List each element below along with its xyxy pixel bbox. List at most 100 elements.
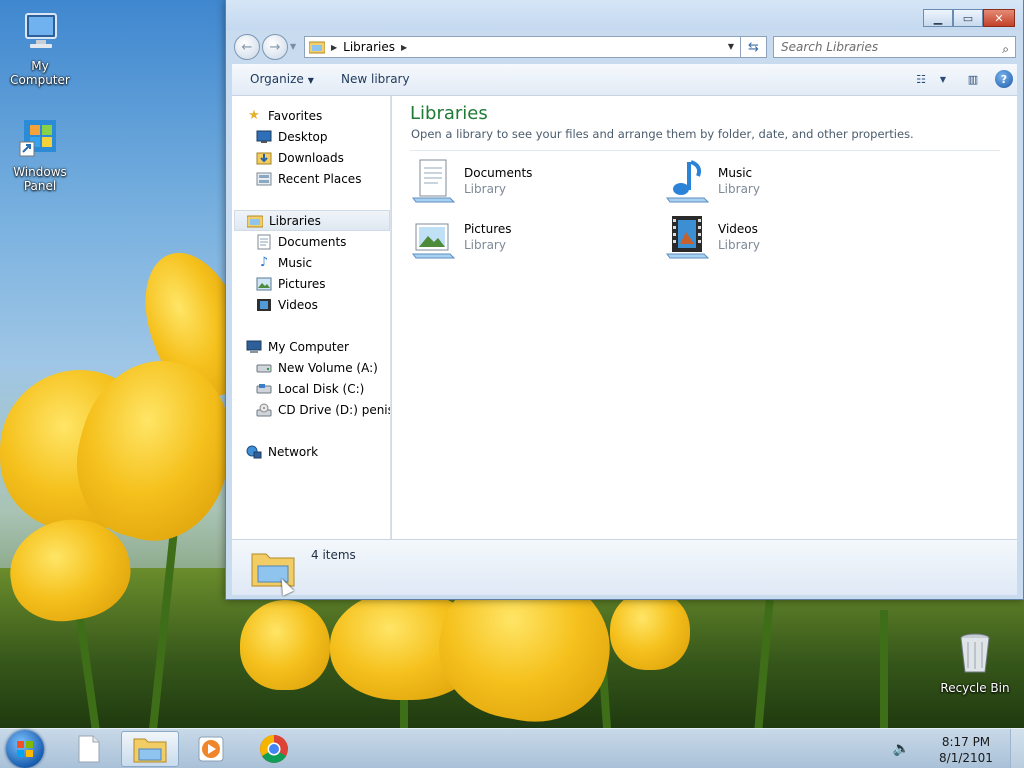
clock-time: 8:17 PM bbox=[941, 735, 991, 749]
help-button[interactable]: ? bbox=[995, 70, 1013, 88]
library-name: Music bbox=[718, 166, 753, 180]
nav-label: Recent Places bbox=[278, 171, 362, 186]
chrome-icon bbox=[260, 735, 288, 763]
nav-label: Local Disk (C:) bbox=[278, 381, 365, 396]
taskbar-explorer-app[interactable] bbox=[121, 731, 179, 767]
refresh-icon: ⇆ bbox=[748, 39, 759, 55]
library-name: Pictures bbox=[464, 222, 512, 236]
nav-label: Network bbox=[268, 444, 319, 459]
show-desktop-button[interactable] bbox=[1010, 729, 1024, 768]
content-pane: Libraries Open a library to see your fil… bbox=[392, 96, 1017, 539]
downloads-icon bbox=[256, 150, 272, 166]
back-button[interactable]: ← bbox=[234, 34, 260, 60]
desktop-icon-my-computer[interactable]: My Computer bbox=[0, 10, 80, 87]
details-pane: 4 items bbox=[232, 539, 1017, 595]
nav-downloads[interactable]: Downloads bbox=[256, 147, 344, 168]
forward-button[interactable]: → bbox=[262, 34, 288, 60]
local-disk-icon bbox=[256, 381, 272, 397]
change-view-button[interactable]: ☷ bbox=[911, 70, 931, 88]
navigation-bar: ← → ▼ ▶ Libraries ▶ ▼ ⇆ Search Libraries… bbox=[226, 32, 1023, 62]
search-input[interactable]: Search Libraries ⌕ bbox=[773, 36, 1016, 58]
library-videos[interactable]: Videos Library bbox=[664, 214, 884, 262]
title-bar[interactable]: ▁ ▭ ✕ bbox=[226, 0, 1023, 30]
nav-label: Desktop bbox=[278, 129, 328, 144]
library-pictures[interactable]: Pictures Library bbox=[410, 214, 630, 262]
navigation-pane: ★ Favorites Desktop Downloads Recent Pla… bbox=[232, 96, 391, 539]
clock[interactable]: 8:17 PM 8/1/2101 bbox=[936, 734, 996, 766]
star-icon: ★ bbox=[248, 108, 260, 123]
nav-music[interactable]: ♪ Music bbox=[256, 252, 312, 273]
nav-local-disk[interactable]: Local Disk (C:) bbox=[256, 378, 364, 399]
library-name: Documents bbox=[464, 166, 533, 180]
command-bar: Organize ▼ New library ☷ ▼ ▥ ? bbox=[232, 64, 1017, 96]
close-button[interactable]: ✕ bbox=[983, 9, 1015, 27]
nav-new-volume[interactable]: New Volume (A:) bbox=[256, 357, 378, 378]
nav-pictures[interactable]: Pictures bbox=[256, 273, 326, 294]
nav-network[interactable]: Network bbox=[246, 441, 318, 462]
network-icon bbox=[246, 444, 262, 460]
nav-cd-drive[interactable]: CD Drive (D:) penisb bbox=[256, 399, 391, 420]
music-library-icon bbox=[666, 160, 710, 203]
breadcrumb-arrow-icon[interactable]: ▶ bbox=[401, 43, 407, 52]
documents-library-icon bbox=[412, 159, 456, 203]
windows-panel-icon bbox=[19, 120, 56, 157]
recent-places-icon bbox=[256, 171, 272, 187]
address-bar[interactable]: ▶ Libraries ▶ ▼ bbox=[304, 36, 741, 58]
breadcrumb-arrow-icon[interactable]: ▶ bbox=[331, 43, 337, 52]
desktop-icon-windows-panel[interactable]: Windows Panel bbox=[0, 116, 80, 193]
back-arrow-icon: ← bbox=[241, 39, 253, 55]
nav-desktop[interactable]: Desktop bbox=[256, 126, 328, 147]
nav-documents[interactable]: Documents bbox=[256, 231, 346, 252]
taskbar-chrome-app[interactable] bbox=[245, 731, 303, 767]
taskbar-media-player-app[interactable] bbox=[182, 731, 240, 767]
nav-label: Pictures bbox=[278, 276, 326, 291]
taskbar: 🔈 8:17 PM 8/1/2101 bbox=[0, 728, 1024, 768]
maximize-button[interactable]: ▭ bbox=[953, 9, 983, 27]
recent-pages-chevron-icon[interactable]: ▼ bbox=[290, 42, 296, 51]
organize-button[interactable]: Organize ▼ bbox=[250, 72, 314, 86]
nav-my-computer[interactable]: My Computer bbox=[246, 336, 349, 357]
page-title: Libraries bbox=[410, 103, 488, 124]
item-count: 4 items bbox=[311, 548, 356, 562]
nav-label: Music bbox=[278, 255, 313, 270]
wallpaper-tulip bbox=[240, 600, 330, 690]
new-library-label: New library bbox=[341, 72, 410, 86]
nav-label: CD Drive (D:) penisb bbox=[278, 402, 391, 417]
clock-date: 8/1/2101 bbox=[939, 751, 993, 765]
taskbar-file-app[interactable] bbox=[60, 731, 118, 767]
forward-arrow-icon: → bbox=[269, 39, 281, 55]
pictures-library-icon bbox=[412, 223, 456, 259]
desktop-icon-label: Windows Panel bbox=[13, 165, 67, 193]
nav-recent-places[interactable]: Recent Places bbox=[256, 168, 361, 189]
pictures-icon bbox=[256, 276, 272, 292]
library-documents[interactable]: Documents Library bbox=[410, 158, 630, 206]
wallpaper-tulip bbox=[610, 590, 690, 670]
explorer-window: ▁ ▭ ✕ ← → ▼ ▶ Libraries ▶ ▼ ⇆ Search Lib… bbox=[225, 0, 1024, 600]
desktop-icon-recycle-bin[interactable]: Recycle Bin bbox=[935, 632, 1015, 695]
breadcrumb-libraries[interactable]: Libraries bbox=[343, 40, 395, 54]
preview-pane-button[interactable]: ▥ bbox=[963, 70, 983, 88]
library-music[interactable]: Music Library bbox=[664, 158, 884, 206]
nav-label: My Computer bbox=[268, 339, 349, 354]
refresh-button[interactable]: ⇆ bbox=[741, 36, 767, 58]
new-library-button[interactable]: New library bbox=[341, 72, 410, 86]
minimize-button[interactable]: ▁ bbox=[923, 9, 953, 27]
explorer-icon bbox=[133, 738, 167, 763]
nav-label: Favorites bbox=[268, 108, 323, 123]
search-icon[interactable]: ⌕ bbox=[1002, 39, 1009, 59]
view-dropdown-button[interactable]: ▼ bbox=[933, 70, 953, 88]
start-button[interactable] bbox=[6, 730, 44, 768]
nav-videos[interactable]: Videos bbox=[256, 294, 318, 315]
nav-label: Libraries bbox=[269, 213, 321, 228]
file-icon bbox=[78, 735, 100, 763]
address-dropdown-icon[interactable]: ▼ bbox=[728, 42, 734, 51]
organize-label: Organize bbox=[250, 72, 304, 86]
search-placeholder: Search Libraries bbox=[781, 40, 879, 54]
nav-libraries[interactable]: Libraries bbox=[234, 210, 390, 231]
volume-icon[interactable]: 🔈 bbox=[893, 741, 910, 757]
nav-favorites[interactable]: ★ Favorites bbox=[246, 105, 322, 126]
desktop-icon-label: Recycle Bin bbox=[940, 681, 1010, 695]
view-options-icon: ☷ bbox=[916, 72, 926, 86]
media-player-icon bbox=[198, 736, 224, 762]
desktop-icon bbox=[256, 129, 272, 145]
